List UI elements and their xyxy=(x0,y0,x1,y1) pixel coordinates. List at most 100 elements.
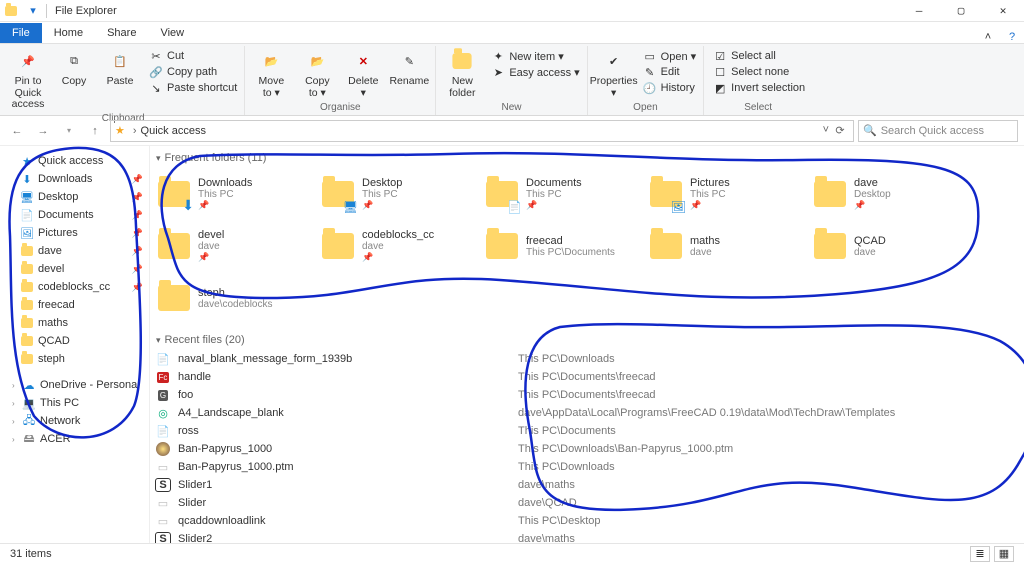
sidebar-item-network[interactable]: ›🖧Network xyxy=(2,412,147,430)
recent-file-row[interactable]: 📄 naval_blank_message_form_1939b This PC… xyxy=(154,350,1020,368)
cut-button[interactable]: ✂Cut xyxy=(145,48,241,64)
forward-button[interactable]: → xyxy=(32,120,54,142)
pin-to-quick-access-button[interactable]: 📌 Pin to Quick access xyxy=(5,46,51,113)
sidebar-item-steph[interactable]: steph xyxy=(2,350,147,368)
open-button[interactable]: ▭Open ▾ xyxy=(639,48,701,64)
address-bar[interactable]: ★ ›Quick access ˅ ⟳ xyxy=(110,120,854,142)
paste-shortcut-button[interactable]: ↘Paste shortcut xyxy=(145,80,241,96)
folder-name: Pictures xyxy=(690,177,730,189)
back-button[interactable]: ← xyxy=(6,120,28,142)
folder-card-desktop[interactable]: 🖥 Desktop This PC 📌 xyxy=(318,174,478,214)
view-tab[interactable]: View xyxy=(148,23,196,43)
new-item-button[interactable]: ✦New item ▾ xyxy=(487,48,583,64)
address-segment[interactable]: Quick access xyxy=(141,125,206,137)
file-name: A4_Landscape_blank xyxy=(178,407,518,419)
invert-selection-button[interactable]: ◩Invert selection xyxy=(709,80,809,96)
select-all-button[interactable]: ☑Select all xyxy=(709,48,809,64)
folder-location: This PC xyxy=(526,189,582,200)
folder-card-maths[interactable]: maths dave xyxy=(646,226,806,266)
recent-file-row[interactable]: ◎ A4_Landscape_blank dave\AppData\Local\… xyxy=(154,404,1020,422)
sidebar-item-dave[interactable]: dave📌 xyxy=(2,242,147,260)
folder-card-pictures[interactable]: 🖼 Pictures This PC 📌 xyxy=(646,174,806,214)
content-pane: ▾ Frequent folders (11) ⬇ Downloads This… xyxy=(150,146,1024,543)
sidebar-item-this-pc[interactable]: ›💻This PC xyxy=(2,394,147,412)
move-to-button[interactable]: 📂Move to ▾ xyxy=(248,46,294,101)
recent-file-row[interactable]: ▭ Slider dave\QCAD xyxy=(154,494,1020,512)
copy-icon: ⧉ xyxy=(61,48,87,74)
expand-icon[interactable]: › xyxy=(12,417,20,426)
recent-file-row[interactable]: Ban-Papyrus_1000 This PC\Downloads\Ban-P… xyxy=(154,440,1020,458)
folder-card-devel[interactable]: devel dave 📌 xyxy=(154,226,314,266)
icons-view-button[interactable]: ▦ xyxy=(994,546,1014,562)
frequent-folders-header[interactable]: ▾ Frequent folders (11) xyxy=(154,148,1020,168)
recent-file-row[interactable]: ▭ Ban-Papyrus_1000.ptm This PC\Downloads xyxy=(154,458,1020,476)
sidebar-item-acer[interactable]: ›🖴ACER xyxy=(2,430,147,448)
sidebar-item-pictures[interactable]: 🖼Pictures📌 xyxy=(2,224,147,242)
sidebar-item-desktop[interactable]: 🖥Desktop📌 xyxy=(2,188,147,206)
expand-icon[interactable]: › xyxy=(12,435,20,444)
expand-icon[interactable]: › xyxy=(12,381,20,390)
sidebar-item-downloads[interactable]: ⬇Downloads📌 xyxy=(2,170,147,188)
folder-card-codeblocks-cc[interactable]: codeblocks_cc dave 📌 xyxy=(318,226,478,266)
recent-files-header[interactable]: ▾ Recent files (20) xyxy=(154,330,1020,350)
rename-button[interactable]: ✎Rename xyxy=(386,46,432,90)
recent-file-row[interactable]: G foo This PC\Documents\freecad xyxy=(154,386,1020,404)
sidebar-item-qcad[interactable]: QCAD xyxy=(2,332,147,350)
file-tab[interactable]: File xyxy=(0,23,42,43)
search-input[interactable]: 🔍 Search Quick access xyxy=(858,120,1018,142)
history-button[interactable]: 🕘History xyxy=(639,80,701,96)
copy-button[interactable]: ⧉ Copy xyxy=(51,46,97,90)
folder-card-qcad[interactable]: QCAD dave xyxy=(810,226,970,266)
copy-to-button[interactable]: 📂Copy to ▾ xyxy=(294,46,340,101)
new-folder-button[interactable]: New folder xyxy=(439,46,485,101)
ribbon-collapse-button[interactable]: ˄ xyxy=(976,31,1000,43)
caret-down-icon: ▾ xyxy=(156,153,161,164)
folder-card-dave[interactable]: dave Desktop 📌 xyxy=(810,174,970,214)
window-title: File Explorer xyxy=(55,5,117,17)
recent-locations-button[interactable]: ▾ xyxy=(58,120,80,142)
recent-file-row[interactable]: S Slider2 dave\maths xyxy=(154,530,1020,543)
sidebar-item-quick-access[interactable]: ★Quick access xyxy=(2,152,147,170)
edit-button[interactable]: ✎Edit xyxy=(639,64,701,80)
sidebar-item-maths[interactable]: maths xyxy=(2,314,147,332)
sidebar-item-devel[interactable]: devel📌 xyxy=(2,260,147,278)
copy-path-button[interactable]: 🔗Copy path xyxy=(145,64,241,80)
folder-card-freecad[interactable]: freecad This PC\Documents xyxy=(482,226,642,266)
refresh-button[interactable]: ⟳ xyxy=(831,124,849,137)
folder-card-documents[interactable]: 📄 Documents This PC 📌 xyxy=(482,174,642,214)
recent-file-row[interactable]: 📄 ross This PC\Documents xyxy=(154,422,1020,440)
help-button[interactable]: ? xyxy=(1000,31,1024,43)
recent-file-row[interactable]: ▭ qcaddownloadlink This PC\Desktop xyxy=(154,512,1020,530)
folder-name: dave xyxy=(854,177,891,189)
ribbon: 📌 Pin to Quick access ⧉ Copy 📋 Paste ✂Cu… xyxy=(0,44,1024,116)
sidebar-item-onedrive-personal[interactable]: ›☁OneDrive - Personal xyxy=(2,376,147,394)
sidebar-item-codeblocks-cc[interactable]: codeblocks_cc📌 xyxy=(2,278,147,296)
expand-icon[interactable]: › xyxy=(12,399,20,408)
window-minimize-button[interactable]: — xyxy=(898,0,940,22)
recent-file-row[interactable]: S Slider1 dave\maths xyxy=(154,476,1020,494)
window-maximize-button[interactable]: ▢ xyxy=(940,0,982,22)
file-location: This PC\Downloads xyxy=(518,353,615,365)
quickaccess-down-icon[interactable]: ▾ xyxy=(25,3,41,19)
chevron-right-icon[interactable]: › xyxy=(133,125,137,137)
easy-access-button[interactable]: ➤Easy access ▾ xyxy=(487,64,583,80)
shortcut-icon: ↘ xyxy=(149,81,163,95)
window-close-button[interactable]: ✕ xyxy=(982,0,1024,22)
address-dropdown-button[interactable]: ˅ xyxy=(823,124,829,137)
details-view-button[interactable]: ≣ xyxy=(970,546,990,562)
properties-button[interactable]: ✔Properties ▾ xyxy=(591,46,637,101)
select-none-button[interactable]: ☐Select none xyxy=(709,64,809,80)
sidebar-item-freecad[interactable]: freecad xyxy=(2,296,147,314)
folder-card-downloads[interactable]: ⬇ Downloads This PC 📌 xyxy=(154,174,314,214)
share-tab[interactable]: Share xyxy=(95,23,148,43)
folder-icon xyxy=(156,228,192,264)
home-tab[interactable]: Home xyxy=(42,23,95,43)
up-button[interactable]: ↑ xyxy=(84,120,106,142)
sidebar-item-documents[interactable]: 📄Documents📌 xyxy=(2,206,147,224)
recent-file-row[interactable]: Fc handle This PC\Documents\freecad xyxy=(154,368,1020,386)
delete-button[interactable]: ✕Delete ▾ xyxy=(340,46,386,101)
folder-card-steph[interactable]: steph dave\codeblocks xyxy=(154,278,314,318)
pin-label: Pin to Quick access xyxy=(7,76,49,111)
paste-button[interactable]: 📋 Paste xyxy=(97,46,143,90)
dl-icon: ⬇ xyxy=(20,172,34,186)
